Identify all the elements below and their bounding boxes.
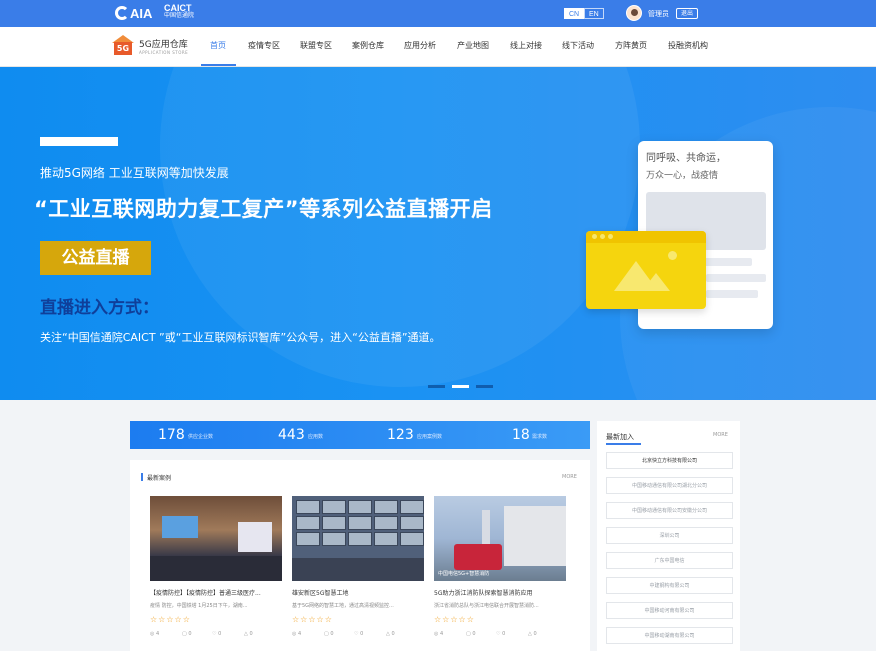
case-title[interactable]: 5G助力浙江消防队探索智慧消防应用 [434,588,532,597]
company-item[interactable]: 广东中国电信 [606,552,733,569]
nav-item-alliance[interactable]: 联盟专区 [300,40,332,51]
banner-badge[interactable]: 公益直播 [40,241,151,275]
favorites-count: 0 [218,631,222,637]
comments-count: 0 [188,631,192,637]
case-image[interactable] [150,496,282,581]
nav-item-yellow-pages[interactable]: 方阵黄页 [615,40,647,51]
company-item[interactable]: 中国移动河南有限公司 [606,602,733,619]
like-icon[interactable]: △ 0 [244,631,253,637]
section-marker [141,473,143,481]
views-icon: ◎ 4 [150,631,160,637]
avatar[interactable] [626,5,642,21]
comments-count: 0 [472,631,476,637]
carousel-dot[interactable] [476,385,493,388]
likes-count: 0 [249,631,253,637]
top-bar: AIA CAICT 中国信通院 CN EN 管理员 退出 [0,0,876,27]
case-image[interactable]: 中国电信5G+智慧消防 [434,496,566,581]
nav-item-analysis[interactable]: 应用分析 [404,40,436,51]
image-window-icon [586,231,706,309]
company-item[interactable]: 中国移动湖南有限公司 [606,627,733,644]
stat-label: 供应企业数 [188,434,214,440]
case-image-caption: 中国电信5G+智慧消防 [438,571,490,577]
rating-stars[interactable]: ☆☆☆☆☆ [292,615,333,624]
case-desc: 基于5G网络的智慧工地，通过高清视频监控... [292,603,394,609]
nav-active-indicator [201,64,236,66]
illustration-text: 万众一心，战疫情 [646,171,719,181]
stat-label: 应用案例数 [417,434,443,440]
case-title[interactable]: 雄安新区5G智慧工地 [292,588,348,597]
case-desc: 疫情 防控，中国铁塔 1月25日下午，湖南... [150,603,248,609]
case-desc: 浙江省消防总队与浙江电信联合开展智慧消防... [434,603,539,609]
stat-value: 178 [158,427,185,443]
logout-button[interactable]: 退出 [676,8,699,19]
company-item[interactable]: 深圳公司 [606,527,733,544]
aia-logo[interactable]: AIA [115,4,152,22]
lang-cn-button[interactable]: CN [564,8,585,19]
case-image[interactable] [292,496,424,581]
brand-title[interactable]: 5G应用仓库 [139,37,188,50]
title-underline [606,443,641,445]
comments-count: 0 [330,631,334,637]
views-icon: ◎ 4 [292,631,302,637]
banner-title: “工业互联网助力复工复产”等系列公益直播开启 [34,197,493,221]
case-title[interactable]: 【疫情防控】【疫情防控】普通三级医疗... [150,588,261,597]
nav-item-offline[interactable]: 线下活动 [562,40,594,51]
hero-banner[interactable]: 推动5G网络 工业互联网等加快发展 “工业互联网助力复工复产”等系列公益直播开启… [0,67,876,400]
company-item[interactable]: 中国移动通信有限公司安徽分公司 [606,502,733,519]
main-nav: 5G 5G应用仓库 APPLICATION STORE 首页 疫情专区 联盟专区… [0,27,876,67]
illustration-line [706,274,766,282]
stat-value: 123 [387,427,414,443]
favorites-count: 0 [360,631,364,637]
illustration-text: 同呼吸、共命运， [646,153,726,164]
views-icon: ◎ 4 [434,631,444,637]
favorites-count: 0 [502,631,506,637]
nav-item-industry-map[interactable]: 产业地图 [457,40,489,51]
stat-value: 443 [278,427,305,443]
views-count: 4 [297,631,302,637]
latest-members-title: 最新加入 [606,433,634,441]
nav-item-case-store[interactable]: 案例仓库 [352,40,384,51]
banner-accent-bar [40,137,118,146]
brand-subtitle: APPLICATION STORE [139,50,189,55]
rating-stars[interactable]: ☆☆☆☆☆ [434,615,475,624]
username[interactable]: 管理员 [648,9,669,19]
carousel-dot-active[interactable] [452,385,469,388]
cases-title: 最新案例 [147,475,172,482]
favorite-icon[interactable]: ♡ 0 [496,631,505,637]
comments-icon[interactable]: ▢ 0 [182,631,192,637]
views-count: 4 [155,631,160,637]
illustration-line [706,290,758,298]
company-item[interactable]: 北京快立方科技有限公司 [606,452,733,469]
like-icon[interactable]: △ 0 [528,631,537,637]
comments-icon[interactable]: ▢ 0 [466,631,476,637]
nav-item-epidemic[interactable]: 疫情专区 [248,40,280,51]
likes-count: 0 [533,631,537,637]
like-icon[interactable]: △ 0 [386,631,395,637]
banner-access-desc: 关注“中国信通院CAICT ”或“工业互联网标识智库”公众号，进入“公益直播”通… [40,331,441,344]
carousel-dot[interactable] [428,385,445,388]
favorite-icon[interactable]: ♡ 0 [212,631,221,637]
comments-icon[interactable]: ▢ 0 [324,631,334,637]
cases-more-link[interactable]: MORE [562,474,577,480]
nav-item-home[interactable]: 首页 [210,40,226,51]
company-item[interactable]: 中建钢构有限公司 [606,577,733,594]
rating-stars[interactable]: ☆☆☆☆☆ [150,615,191,624]
likes-count: 0 [391,631,395,637]
caict-logo[interactable]: CAICT 中国信通院 [164,4,194,20]
banner-subtitle: 推动5G网络 工业互联网等加快发展 [40,166,229,180]
latest-more-link[interactable]: MORE [713,432,728,438]
nav-item-online[interactable]: 线上对接 [510,40,542,51]
lang-en-button[interactable]: EN [584,8,604,19]
stat-label: 需求数 [532,434,548,440]
stat-label: 应用数 [308,434,324,440]
company-item[interactable]: 中国移动通信有限公司湖北分公司 [606,477,733,494]
store-logo-icon[interactable]: 5G [112,35,134,55]
views-count: 4 [439,631,444,637]
stats-bar: 178 供应企业数 443 应用数 123 应用案例数 18 需求数 [130,421,590,449]
banner-access-heading: 直播进入方式： [40,298,159,318]
stat-value: 18 [512,427,530,443]
favorite-icon[interactable]: ♡ 0 [354,631,363,637]
nav-item-investors[interactable]: 投融资机构 [668,40,708,51]
